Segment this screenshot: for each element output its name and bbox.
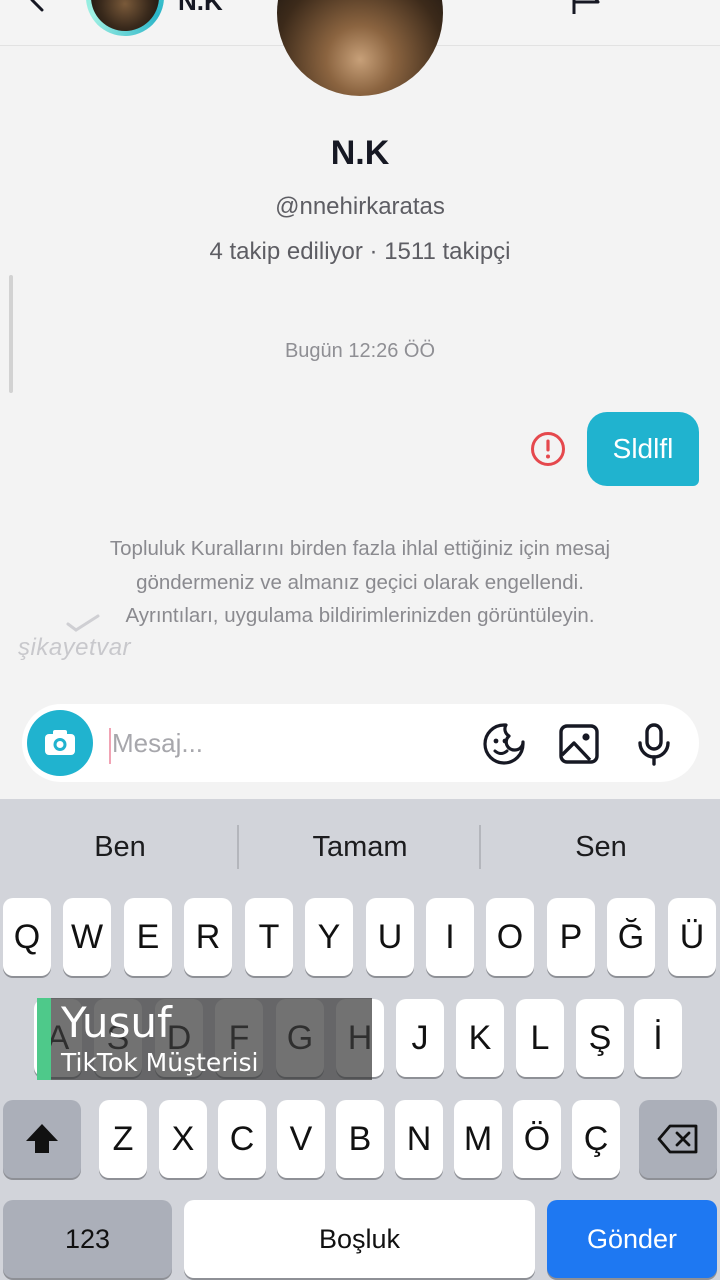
key[interactable]: Ş	[576, 999, 624, 1077]
key[interactable]: P	[547, 898, 595, 976]
back-arrow-icon[interactable]	[26, 0, 50, 12]
suggestion-1[interactable]: Ben	[0, 799, 240, 895]
sticker-icon[interactable]	[482, 722, 526, 766]
watermark-text: şikayetvar	[18, 634, 132, 661]
key[interactable]: W	[63, 898, 111, 976]
key[interactable]: Ç	[572, 1100, 620, 1178]
text-cursor	[109, 728, 111, 764]
key[interactable]: Ö	[513, 1100, 561, 1178]
camera-icon	[45, 730, 75, 755]
caption-accent-bar	[37, 998, 51, 1080]
header-username[interactable]: N.K	[178, 0, 223, 17]
message-input[interactable]	[112, 720, 372, 766]
profile-handle: @nnehirkaratas	[275, 193, 445, 220]
message-timestamp: Bugün 12:26 ÖÖ	[284, 340, 436, 362]
error-icon[interactable]	[530, 431, 566, 467]
speaker-caption: Yusuf TikTok Müşterisi	[37, 998, 372, 1080]
key[interactable]: E	[124, 898, 172, 976]
key[interactable]: Ğ	[607, 898, 655, 976]
shift-icon	[26, 1124, 58, 1153]
key[interactable]: J	[396, 999, 444, 1077]
key[interactable]: K	[456, 999, 504, 1077]
key[interactable]: U	[366, 898, 414, 976]
key[interactable]: X	[159, 1100, 207, 1178]
key[interactable]: L	[516, 999, 564, 1077]
caption-name: Yusuf	[61, 998, 172, 1047]
key[interactable]: B	[336, 1100, 384, 1178]
key[interactable]: Y	[305, 898, 353, 976]
camera-button[interactable]	[27, 710, 93, 776]
key[interactable]: M	[454, 1100, 502, 1178]
key[interactable]: R	[184, 898, 232, 976]
scroll-indicator[interactable]	[9, 275, 13, 393]
message-bubble[interactable]: Sldlfl	[587, 412, 699, 486]
suggestion-3[interactable]: Sen	[481, 799, 720, 895]
checkmark-icon	[66, 614, 100, 632]
space-key[interactable]: Boşluk	[184, 1200, 535, 1278]
caption-role: TikTok Müşterisi	[61, 1048, 259, 1077]
key[interactable]: İ	[634, 999, 682, 1077]
send-key[interactable]: Gönder	[547, 1200, 717, 1278]
header-avatar[interactable]	[86, 0, 164, 36]
key[interactable]: C	[218, 1100, 266, 1178]
key[interactable]: T	[245, 898, 293, 976]
backspace-key[interactable]	[639, 1100, 717, 1178]
key[interactable]: Ü	[668, 898, 716, 976]
numbers-key[interactable]: 123	[3, 1200, 172, 1278]
backspace-icon	[657, 1124, 698, 1154]
microphone-icon[interactable]	[632, 722, 676, 766]
shift-key[interactable]	[3, 1100, 81, 1178]
suggestion-divider	[237, 825, 239, 869]
more-icon[interactable]	[648, 0, 688, 10]
profile-avatar[interactable]	[277, 0, 443, 96]
image-icon[interactable]	[557, 722, 601, 766]
suggestion-bar: Ben Tamam Sen	[0, 799, 720, 895]
watermark-logo: şikayetvar	[18, 612, 158, 666]
flag-icon[interactable]	[568, 0, 608, 14]
key[interactable]: O	[486, 898, 534, 976]
key[interactable]: Z	[99, 1100, 147, 1178]
restriction-notice: Topluluk Kurallarını birden fazla ihlal …	[109, 537, 611, 627]
profile-stats: 4 takip ediliyor · 1511 takipçi	[209, 238, 511, 265]
message-composer	[22, 704, 699, 782]
key[interactable]: I	[426, 898, 474, 976]
suggestion-2[interactable]: Tamam	[240, 799, 480, 895]
profile-name: N.K	[330, 134, 390, 172]
key[interactable]: N	[395, 1100, 443, 1178]
key[interactable]: V	[277, 1100, 325, 1178]
key[interactable]: Q	[3, 898, 51, 976]
